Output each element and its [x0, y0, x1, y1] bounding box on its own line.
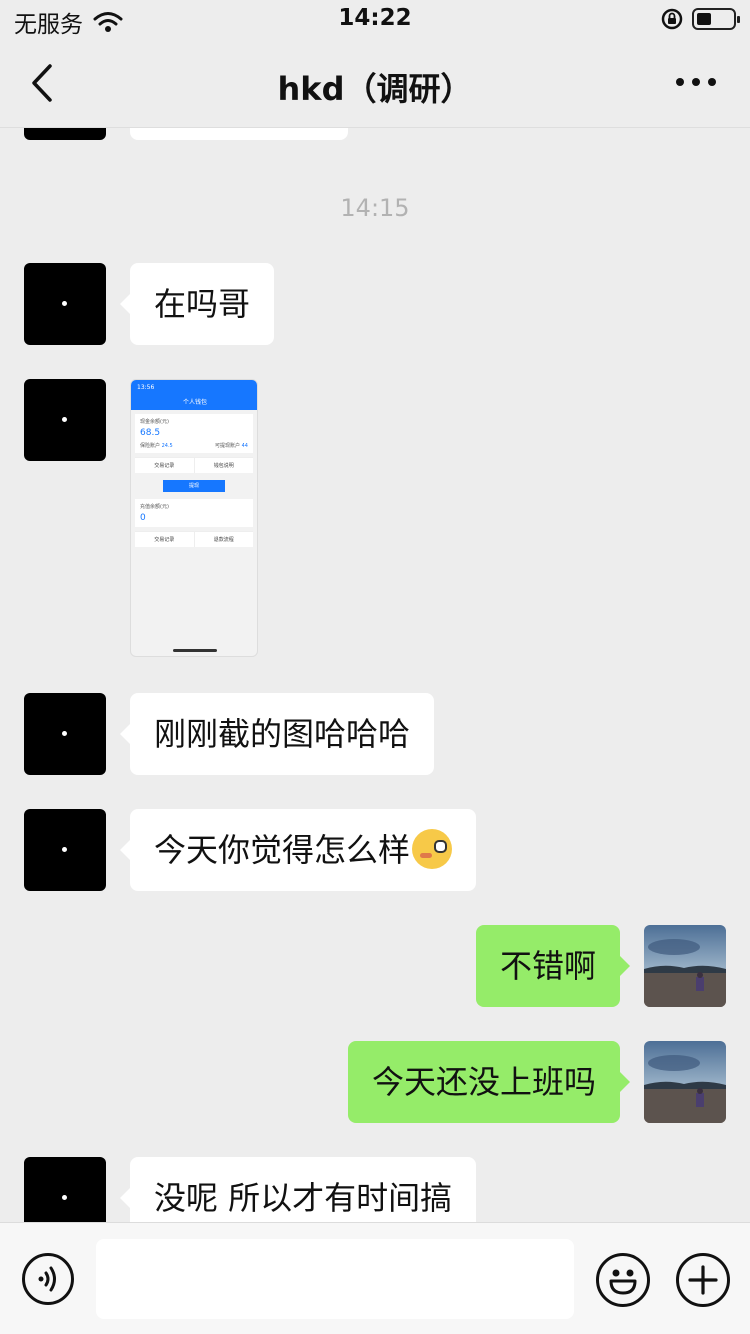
rotation-lock-icon	[660, 7, 684, 31]
thumb-home-indicator	[173, 649, 217, 652]
chat-screen: 无服务 14:22 hkd（调研） 14:15 在吗哥 13:56 个人钱包 现…	[0, 0, 750, 1334]
thumb-cash-label: 现金余额(元)	[140, 419, 169, 425]
contact-avatar[interactable]	[24, 263, 106, 345]
voice-button[interactable]	[22, 1253, 74, 1305]
thumb-link2-right: 退款流程	[193, 531, 253, 547]
thumb-link2-left: 交易记录	[135, 531, 194, 547]
thumb-sub-left-label: 保险账户	[140, 443, 161, 449]
thumb-links: 交易记录 钱包说明	[135, 457, 253, 473]
thumb-time: 13:56	[137, 384, 155, 391]
message-bubble[interactable]: 在吗哥	[119, 263, 275, 345]
more-button[interactable]	[676, 70, 720, 94]
status-bar: 无服务 14:22	[0, 0, 750, 40]
contact-avatar[interactable]	[24, 693, 106, 775]
thumb-sub-row: 保险账户 24.5 可提现账户 44	[140, 442, 248, 449]
thumb-recharge-card: 充值余额(元) 0	[135, 499, 253, 527]
status-time: 14:22	[338, 5, 412, 31]
thumb-button: 提现	[163, 480, 225, 492]
smiley-icon	[599, 1256, 647, 1304]
back-button[interactable]	[22, 58, 66, 108]
thumb-sub-right-label: 可提现账户	[215, 443, 241, 449]
message-input[interactable]	[96, 1239, 574, 1319]
emoji-button[interactable]	[596, 1253, 650, 1307]
more-dot-icon	[708, 78, 716, 86]
message-timestamp: 14:15	[340, 194, 410, 222]
contact-avatar[interactable]	[24, 379, 106, 461]
more-functions-button[interactable]	[676, 1253, 730, 1307]
message-list[interactable]: 14:15 在吗哥 13:56 个人钱包 现金余额(元) 68.5 保险账户 2…	[0, 128, 750, 1222]
wink-emoji-icon	[412, 829, 453, 869]
message-text: 今天你觉得怎么样	[154, 831, 411, 869]
chat-title: hkd（调研）	[277, 70, 473, 108]
user-avatar[interactable]	[644, 925, 726, 1007]
status-right	[660, 7, 740, 31]
contact-avatar[interactable]	[24, 128, 106, 140]
thumb-link-left: 交易记录	[135, 457, 194, 473]
thumb-recharge-value: 0	[140, 513, 146, 523]
contact-avatar[interactable]	[24, 1157, 106, 1222]
voice-icon	[25, 1256, 71, 1302]
thumb-cash-card: 现金余额(元) 68.5 保险账户 24.5 可提现账户 44	[135, 414, 253, 453]
user-avatar[interactable]	[644, 1041, 726, 1123]
thumb-recharge-label: 充值余额(元)	[140, 504, 169, 510]
contact-avatar[interactable]	[24, 809, 106, 891]
battery-icon	[692, 8, 740, 30]
thumb-header: 13:56 个人钱包	[131, 380, 257, 410]
message-bubble[interactable]: 刚刚截的图哈哈哈	[119, 693, 435, 775]
message-bubble-self[interactable]: 不错啊	[475, 925, 631, 1007]
thumb-title: 个人钱包	[182, 399, 207, 406]
nav-bar: hkd（调研）	[0, 40, 750, 128]
plus-icon	[679, 1256, 727, 1304]
message-bubble-self[interactable]: 今天还没上班吗	[347, 1041, 631, 1123]
thumb-sub-left-value: 24.5	[161, 443, 173, 449]
message-bubble[interactable]: 没呢 所以才有时间搞	[119, 1157, 477, 1222]
thumb-cash-value: 68.5	[140, 428, 161, 438]
image-message-thumbnail[interactable]: 13:56 个人钱包 现金余额(元) 68.5 保险账户 24.5 可提现账户 …	[130, 379, 258, 657]
thumb-sub-right-value: 44	[241, 443, 248, 449]
more-dot-icon	[676, 78, 684, 86]
more-dot-icon	[692, 78, 700, 86]
message-bubble[interactable]: 今天你觉得怎么样	[119, 809, 477, 891]
composer-bar	[0, 1222, 750, 1334]
thumb-link-right: 钱包说明	[193, 457, 253, 473]
message-bubble-partial	[130, 128, 348, 140]
thumb-links-2: 交易记录 退款流程	[135, 531, 253, 547]
